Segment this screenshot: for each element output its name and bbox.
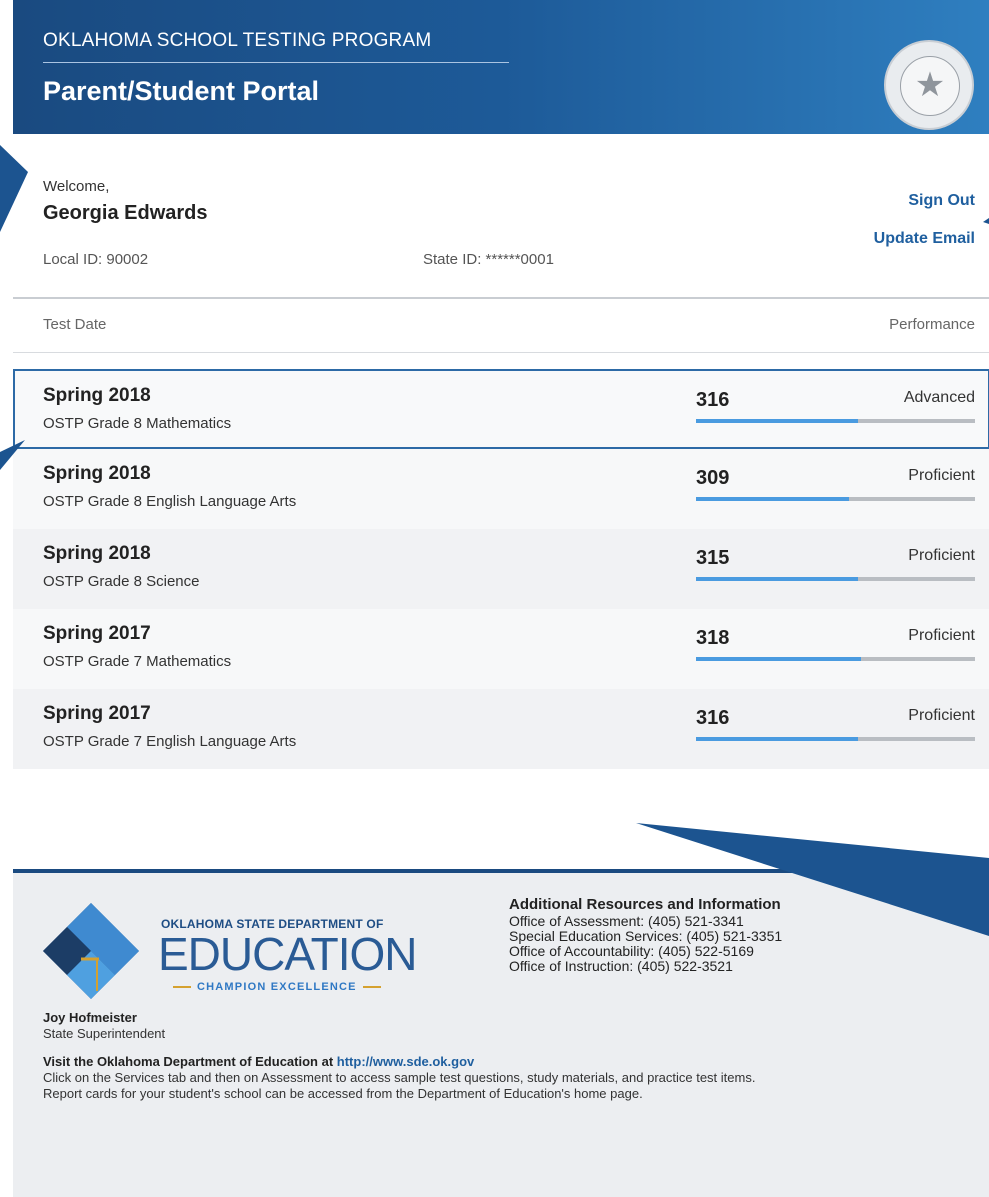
seal-inner-ring: ★ bbox=[900, 56, 960, 116]
test-score: 315 bbox=[696, 547, 730, 569]
header-divider bbox=[43, 62, 509, 63]
resource-item: Office of Assessment: (405) 521-3341 bbox=[509, 913, 744, 929]
test-score: 316 bbox=[696, 707, 730, 729]
test-result-row[interactable]: Spring 2018 OSTP Grade 8 English Languag… bbox=[13, 449, 989, 529]
score-progress-bar bbox=[696, 497, 975, 501]
score-progress-fill bbox=[696, 737, 858, 741]
test-name: OSTP Grade 7 English Language Arts bbox=[43, 733, 297, 750]
test-season: Spring 2018 bbox=[43, 463, 151, 484]
header-row-divider bbox=[13, 352, 989, 353]
column-header-performance: Performance bbox=[889, 316, 975, 333]
score-progress-fill bbox=[696, 497, 850, 501]
score-progress-bar bbox=[696, 657, 975, 661]
logo-tagline: CHAMPION EXCELLENCE bbox=[167, 981, 387, 993]
local-id: Local ID: 90002 bbox=[43, 251, 149, 268]
test-score: 316 bbox=[696, 389, 730, 411]
test-results-list: Spring 2018 OSTP Grade 8 Mathematics 316… bbox=[13, 369, 989, 769]
visit-line: Visit the Oklahoma Department of Educati… bbox=[43, 1054, 474, 1069]
sde-website-link[interactable]: http://www.sde.ok.gov bbox=[337, 1054, 474, 1069]
performance-level: Advanced bbox=[903, 389, 975, 406]
resource-item: Special Education Services: (405) 521-33… bbox=[509, 928, 783, 944]
logo-main-text: EDUCATION bbox=[158, 928, 417, 980]
section-divider bbox=[13, 297, 989, 299]
column-header-test-date: Test Date bbox=[43, 316, 107, 333]
services-note: Click on the Services tab and then on As… bbox=[43, 1070, 756, 1085]
score-progress-fill bbox=[696, 577, 858, 581]
logo-tagline-text: CHAMPION EXCELLENCE bbox=[197, 981, 357, 993]
visit-text: Visit the Oklahoma Department of Educati… bbox=[43, 1054, 334, 1069]
sign-out-link[interactable]: Sign Out bbox=[908, 192, 975, 210]
test-result-row[interactable]: Spring 2017 OSTP Grade 7 English Languag… bbox=[13, 689, 989, 769]
portal-header: OKLAHOMA SCHOOL TESTING PROGRAM Parent/S… bbox=[13, 0, 989, 134]
portal-footer: OKLAHOMA STATE DEPARTMENT OF EDUCATION C… bbox=[13, 869, 989, 1197]
test-result-row[interactable]: Spring 2018 OSTP Grade 8 Mathematics 316… bbox=[13, 369, 989, 449]
resource-item: Office of Accountability: (405) 522-5169 bbox=[509, 943, 754, 959]
performance-level: Proficient bbox=[908, 707, 975, 724]
state-id: State ID: ******0001 bbox=[423, 251, 554, 268]
test-season: Spring 2018 bbox=[43, 543, 151, 564]
performance-level: Proficient bbox=[908, 547, 975, 564]
test-name: OSTP Grade 8 Mathematics bbox=[43, 415, 232, 432]
tagline-dash-right bbox=[362, 986, 381, 989]
resources-list: Office of Assessment: (405) 521-3341 Spe… bbox=[509, 914, 782, 974]
test-result-row[interactable]: Spring 2017 OSTP Grade 7 Mathematics 318… bbox=[13, 609, 989, 689]
performance-level: Proficient bbox=[908, 467, 975, 484]
score-progress-bar bbox=[696, 577, 975, 581]
score-progress-bar bbox=[696, 419, 975, 423]
portal-page: OKLAHOMA SCHOOL TESTING PROGRAM Parent/S… bbox=[13, 0, 989, 1197]
portal-title: Parent/Student Portal bbox=[43, 76, 320, 106]
superintendent-name: Joy Hofmeister bbox=[43, 1010, 137, 1025]
test-score: 309 bbox=[696, 467, 730, 489]
test-name: OSTP Grade 7 Mathematics bbox=[43, 653, 232, 670]
report-cards-note: Report cards for your student's school c… bbox=[43, 1086, 643, 1101]
update-email-link[interactable]: Update Email bbox=[874, 230, 975, 248]
test-season: Spring 2017 bbox=[43, 703, 151, 724]
performance-level: Proficient bbox=[908, 627, 975, 644]
test-name: OSTP Grade 8 Science bbox=[43, 573, 200, 590]
score-progress-fill bbox=[696, 419, 858, 423]
program-name: OKLAHOMA SCHOOL TESTING PROGRAM bbox=[43, 30, 432, 51]
test-score: 318 bbox=[696, 627, 730, 649]
osde-logo: OKLAHOMA STATE DEPARTMENT OF EDUCATION C… bbox=[43, 903, 417, 1001]
osde-diamond-logo-icon bbox=[43, 903, 139, 999]
test-result-row[interactable]: Spring 2018 OSTP Grade 8 Science 315 Pro… bbox=[13, 529, 989, 609]
resource-item: Office of Instruction: (405) 522-3521 bbox=[509, 958, 733, 974]
score-progress-fill bbox=[696, 657, 861, 661]
student-name: Georgia Edwards bbox=[43, 202, 208, 224]
score-progress-bar bbox=[696, 737, 975, 741]
resources-title: Additional Resources and Information bbox=[509, 896, 781, 913]
welcome-label: Welcome, bbox=[43, 178, 110, 195]
test-name: OSTP Grade 8 English Language Arts bbox=[43, 493, 297, 510]
test-season: Spring 2018 bbox=[43, 385, 151, 406]
tagline-dash-left bbox=[173, 986, 191, 989]
seal-star-icon: ★ bbox=[914, 66, 946, 104]
superintendent-title: State Superintendent bbox=[43, 1026, 166, 1041]
state-seal-icon: ★ bbox=[884, 40, 974, 130]
test-season: Spring 2017 bbox=[43, 623, 151, 644]
